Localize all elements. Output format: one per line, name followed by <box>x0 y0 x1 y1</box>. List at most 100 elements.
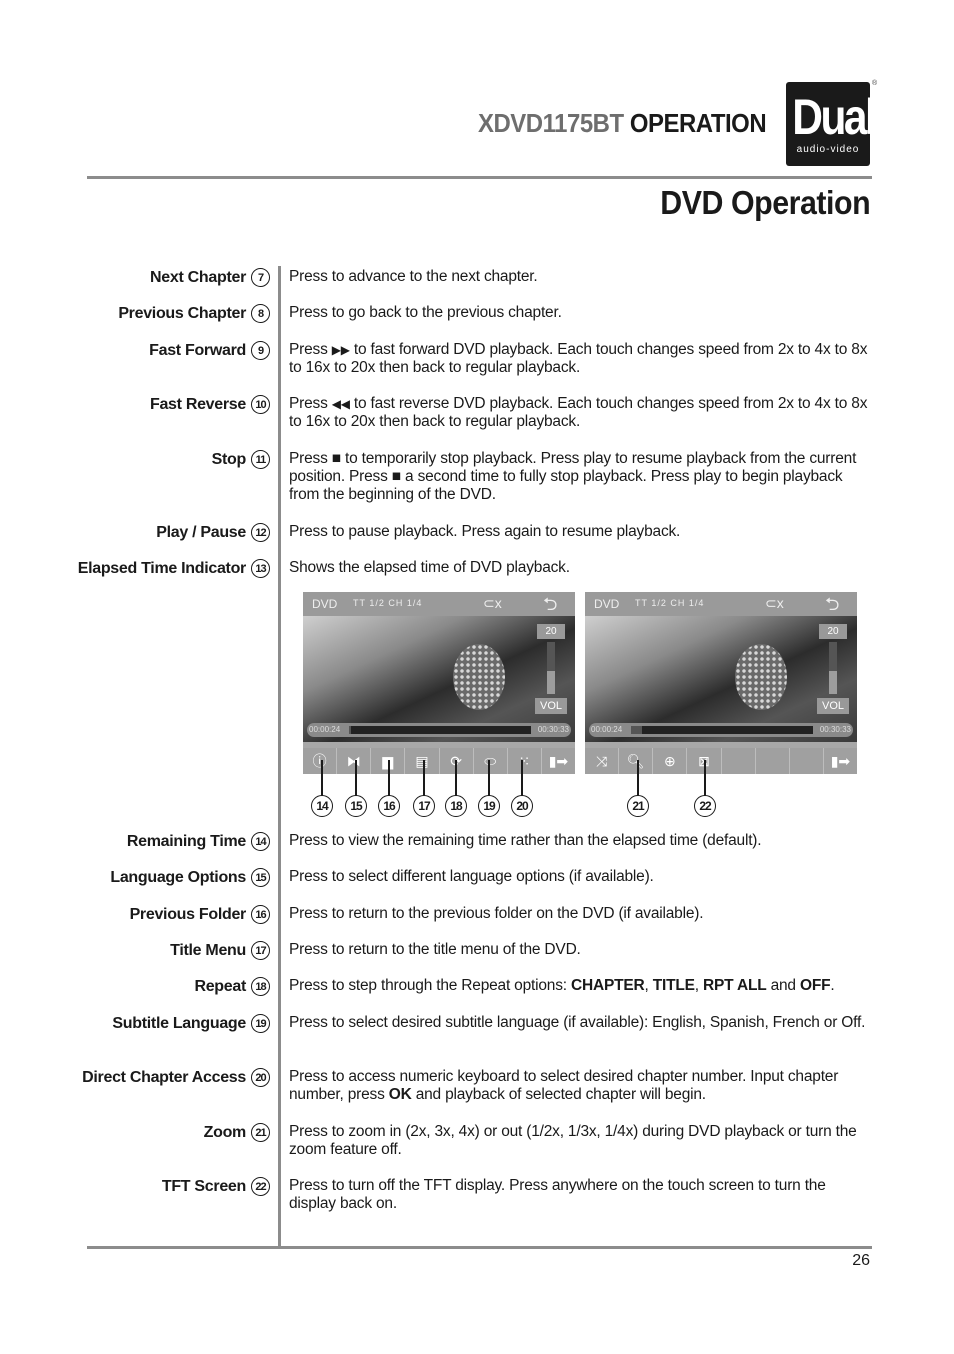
stop-icon: ■ <box>391 468 401 485</box>
volume-slider[interactable] <box>547 642 555 694</box>
label-fast-forward: Fast Forward 9 <box>149 341 270 360</box>
elapsed-time: 00:00:24 <box>309 725 341 734</box>
direct-chapter-access-button[interactable]: ⁙ <box>508 748 542 774</box>
elapsed-time: 00:00:24 <box>591 725 623 734</box>
track-info: TT 1/2 CH 1/4 <box>635 598 705 608</box>
label-subtitle-language: Subtitle Language 19 <box>112 1014 270 1033</box>
logo-text: Dual <box>792 89 876 145</box>
progress-fill <box>349 726 351 734</box>
callout-leader-line <box>704 760 706 796</box>
label-stop: Stop 11 <box>212 450 270 469</box>
callout-number: 14 <box>251 832 270 851</box>
desc-elapsed-time: Shows the elapsed time of DVD playback. <box>289 559 570 576</box>
volume-value: 20 <box>819 624 847 639</box>
progress-fill <box>631 726 642 734</box>
volume-fill <box>547 670 555 694</box>
dvd-screen-2: DVD TT 1/2 CH 1/4 ⊂x ⮌ 20 VOL 00:00:24 0… <box>585 592 857 774</box>
desc-previous-chapter: Press to go back to the previous chapter… <box>289 304 562 321</box>
desc-subtitle-language: Press to select desired subtitle languag… <box>289 1014 866 1031</box>
empty-2-button[interactable] <box>756 748 790 774</box>
prev-page-button[interactable]: ▮➡ <box>824 748 857 774</box>
desc-language-options: Press to select different language optio… <box>289 868 654 885</box>
fast-forward-icon: ▶▶ <box>331 343 350 357</box>
label-play-pause: Play / Pause 12 <box>156 523 270 542</box>
callout-number: 13 <box>251 559 270 578</box>
next-page-button[interactable]: ▮➡ <box>542 748 575 774</box>
subtitle-language-button[interactable]: ⬭ <box>474 748 508 774</box>
label-elapsed-time: Elapsed Time Indicator 13 <box>78 559 270 578</box>
callout-number: 17 <box>251 941 270 960</box>
callout-leader-line <box>637 760 639 796</box>
callout-leader-line <box>455 760 457 796</box>
callout-number-18: 18 <box>445 795 467 817</box>
callout-number-22: 22 <box>694 795 716 817</box>
column-divider <box>278 266 281 1246</box>
label-fast-reverse: Fast Reverse 10 <box>150 395 270 414</box>
total-time: 00:30:33 <box>819 725 851 734</box>
swap-icon[interactable]: ⊂x <box>483 595 502 612</box>
volume-button[interactable]: VOL <box>535 698 567 714</box>
track-info: TT 1/2 CH 1/4 <box>353 598 423 608</box>
shuffle-button[interactable]: ⤨ <box>585 748 620 774</box>
desc-next-chapter: Press to advance to the next chapter. <box>289 268 538 285</box>
callout-leader-line <box>488 760 490 796</box>
desc-title-menu: Press to return to the title menu of the… <box>289 941 581 958</box>
swap-icon[interactable]: ⊂x <box>765 595 784 612</box>
volume-value: 20 <box>537 624 565 639</box>
desc-fast-forward: Press ▶▶ to fast forward DVD playback. E… <box>289 341 868 376</box>
empty-3-button[interactable] <box>790 748 824 774</box>
progress-track[interactable] <box>349 726 531 734</box>
footer-divider <box>87 1246 872 1249</box>
volume-fill <box>829 670 837 694</box>
header-divider <box>87 176 872 179</box>
section-name: OPERATION <box>629 108 767 138</box>
desc-stop: Press ■ to temporarily stop playback. Pr… <box>289 450 857 503</box>
video-frame[interactable]: 20 VOL 00:00:24 00:30:33 <box>585 616 857 742</box>
callout-number: 21 <box>251 1123 270 1142</box>
zoom-icon: 🔍︎ <box>626 752 645 769</box>
desc-remaining-time: Press to view the remaining time rather … <box>289 832 762 849</box>
desc-zoom: Press to zoom in (2x, 3x, 4x) or out (1/… <box>289 1123 857 1158</box>
video-frame[interactable]: 20 VOL 00:00:24 00:30:33 <box>303 616 575 742</box>
label-tft-screen: TFT Screen 22 <box>162 1177 270 1196</box>
search-button[interactable]: ⊕ <box>653 748 688 774</box>
label-remaining-time: Remaining Time 14 <box>127 832 270 851</box>
callout-number-21: 21 <box>627 795 649 817</box>
callout-leader-line <box>388 760 390 796</box>
stop-icon: ■ <box>331 450 341 467</box>
desc-fast-reverse: Press ◀◀ to fast reverse DVD playback. E… <box>289 395 868 430</box>
repeat-button[interactable]: ⟳ <box>440 748 474 774</box>
desc-play-pause: Press to pause playback. Press again to … <box>289 523 681 540</box>
screen-top-bar: DVD TT 1/2 CH 1/4 ⊂x ⮌ <box>585 592 857 616</box>
page-number: 26 <box>852 1252 870 1269</box>
callout-number: 8 <box>251 304 270 323</box>
page-title: DVD Operation <box>660 184 870 221</box>
volume-slider[interactable] <box>829 642 837 694</box>
callout-number-20: 20 <box>511 795 533 817</box>
callout-number-17: 17 <box>413 795 435 817</box>
callout-number: 9 <box>251 341 270 360</box>
empty-1-button[interactable] <box>722 748 756 774</box>
screen-top-bar: DVD TT 1/2 CH 1/4 ⊂x ⮌ <box>303 592 575 616</box>
progress-track[interactable] <box>631 726 813 734</box>
video-image-detail <box>735 644 787 710</box>
callout-number-15: 15 <box>345 795 367 817</box>
registered-mark: ® <box>872 80 878 87</box>
source-label: DVD <box>594 597 620 611</box>
label-title-menu: Title Menu 17 <box>170 941 270 960</box>
progress-bar[interactable]: 00:00:24 00:30:33 <box>307 723 571 737</box>
control-bar: ⤨🔍︎⊕⊠▮➡ <box>585 748 857 774</box>
progress-bar[interactable]: 00:00:24 00:30:33 <box>589 723 853 737</box>
label-direct-chapter-access: Direct Chapter Access 20 <box>82 1068 270 1087</box>
source-label: DVD <box>312 597 338 611</box>
callout-number: 18 <box>251 977 270 996</box>
search-icon: ⊕ <box>663 752 676 769</box>
volume-button[interactable]: VOL <box>817 698 849 714</box>
callout-number: 7 <box>251 268 270 287</box>
subtitle-language-icon: ⬭ <box>484 752 497 769</box>
callout-number: 10 <box>251 395 270 414</box>
callout-number: 15 <box>251 868 270 887</box>
label-repeat: Repeat 18 <box>194 977 270 996</box>
shuffle-icon: ⤨ <box>595 752 608 769</box>
prev-page-icon: ▮➡ <box>830 752 851 769</box>
